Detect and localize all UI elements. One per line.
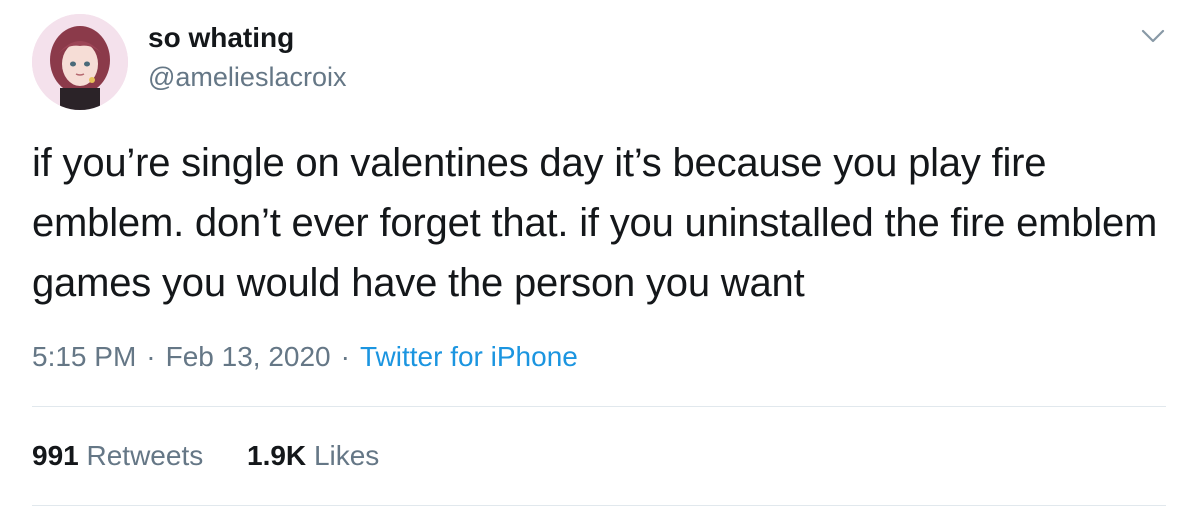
retweets-count: 991	[32, 440, 79, 471]
avatar-image	[32, 14, 128, 110]
tweet-source-link[interactable]: Twitter for iPhone	[360, 341, 578, 372]
tweet-card: so whating @amelieslacroix if you’re sin…	[0, 0, 1200, 508]
separator: ·	[340, 341, 350, 372]
tweet-text: if you’re single on valentines day it’s …	[32, 141, 1158, 305]
likes-label: Likes	[313, 440, 380, 471]
retweets-label: Retweets	[86, 440, 204, 471]
avatar[interactable]	[32, 14, 128, 110]
divider	[32, 406, 1166, 407]
user-handle[interactable]: @amelieslacroix	[148, 62, 346, 93]
tweet-date[interactable]: Feb 13, 2020	[166, 341, 331, 372]
display-name[interactable]: so whating	[148, 22, 294, 54]
divider	[32, 505, 1166, 506]
likes-stat[interactable]: 1.9K Likes	[247, 440, 379, 472]
tweet-stats: 991 Retweets 1.9K Likes	[32, 440, 415, 472]
tweet-time[interactable]: 5:15 PM	[32, 341, 136, 372]
likes-count: 1.9K	[247, 440, 307, 471]
separator: ·	[146, 341, 156, 372]
chevron-down-icon[interactable]	[1140, 26, 1166, 46]
retweets-stat[interactable]: 991 Retweets	[32, 440, 203, 472]
tweet-meta: 5:15 PM · Feb 13, 2020 · Twitter for iPhone	[32, 341, 578, 373]
